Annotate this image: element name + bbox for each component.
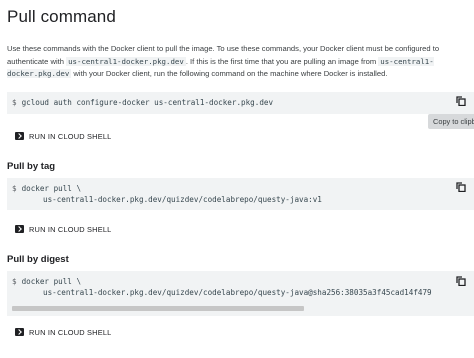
terminal-icon bbox=[15, 132, 24, 140]
run-in-cloud-shell-button[interactable]: RUN IN CLOUD SHELL bbox=[15, 325, 111, 339]
run-in-cloud-shell-button[interactable]: RUN IN CLOUD SHELL bbox=[15, 129, 111, 143]
run-in-cloud-shell-label: RUN IN CLOUD SHELL bbox=[29, 131, 112, 141]
auth-command-block[interactable]: $ gcloud auth configure-docker us-central… bbox=[7, 92, 474, 114]
copy-icon[interactable] bbox=[456, 182, 466, 192]
copy-icon[interactable] bbox=[456, 96, 466, 106]
horizontal-scrollbar-thumb[interactable] bbox=[12, 306, 304, 311]
shell-prompt: $ bbox=[12, 98, 17, 107]
pull-by-tag-line-1[interactable]: $ docker pull \ bbox=[12, 184, 81, 193]
run-in-cloud-shell-button[interactable]: RUN IN CLOUD SHELL bbox=[15, 222, 111, 236]
run-in-cloud-shell-label: RUN IN CLOUD SHELL bbox=[29, 224, 112, 234]
shell-prompt: $ bbox=[12, 184, 17, 193]
pull-command-panel: Pull command Use these commands with the… bbox=[0, 0, 474, 358]
pull-by-tag-heading: Pull by tag bbox=[7, 161, 56, 172]
pull-by-tag-line-2[interactable]: us-central1-docker.pkg.dev/quizdev/codel… bbox=[43, 195, 322, 204]
pull-by-digest-line-2[interactable]: us-central1-docker.pkg.dev/quizdev/codel… bbox=[43, 288, 432, 297]
auth-command-text: gcloud auth configure-docker us-central1… bbox=[21, 98, 274, 107]
registry-host-code: us-central1-docker.pkg.dev bbox=[66, 56, 186, 66]
pull-by-tag-block[interactable]: $ docker pull \ us-central1-docker.pkg.de… bbox=[7, 178, 474, 210]
shell-prompt: $ bbox=[12, 277, 17, 286]
intro-part-3: with your Docker client, run the followi… bbox=[71, 69, 388, 78]
page-title: Pull command bbox=[7, 7, 116, 26]
terminal-icon bbox=[15, 328, 24, 336]
terminal-icon bbox=[15, 225, 24, 233]
copy-icon[interactable] bbox=[456, 276, 466, 286]
copy-tooltip: Copy to clipb bbox=[428, 114, 474, 129]
intro-text: Use these commands with the Docker clien… bbox=[7, 43, 469, 81]
intro-part-2: . If this is the first time that you are… bbox=[185, 56, 379, 66]
run-in-cloud-shell-label: RUN IN CLOUD SHELL bbox=[29, 327, 112, 337]
pull-by-digest-heading: Pull by digest bbox=[7, 254, 69, 265]
auth-command-line[interactable]: $ gcloud auth configure-docker us-central… bbox=[12, 98, 273, 107]
pull-by-digest-command: docker pull \ bbox=[21, 277, 82, 286]
pull-by-tag-command: docker pull \ bbox=[21, 184, 82, 193]
pull-by-digest-line-1[interactable]: $ docker pull \ bbox=[12, 277, 81, 286]
